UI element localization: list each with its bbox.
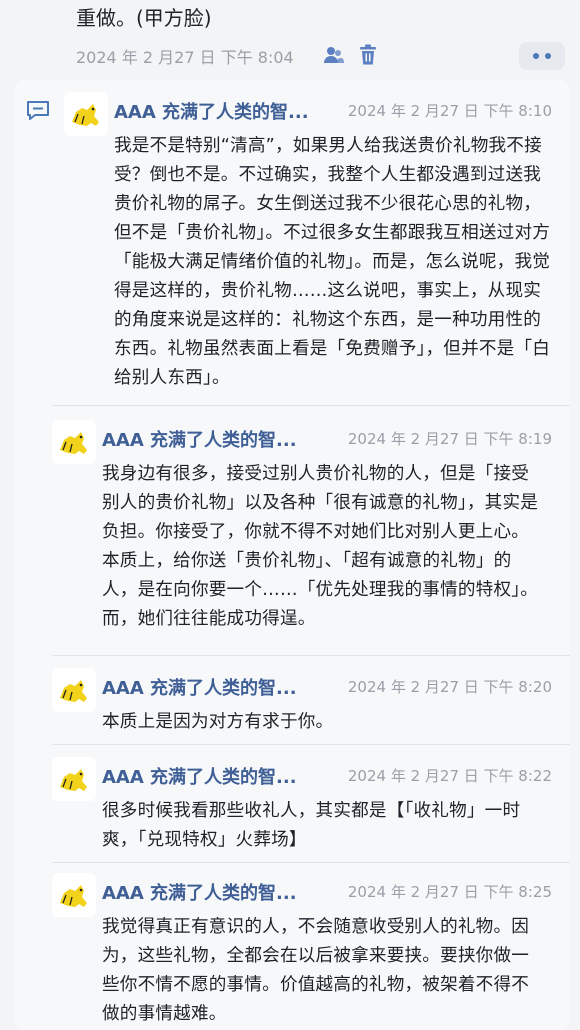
message-time: 2024 年 2 月27 日 下午 8:25 [347,883,552,901]
divider [52,405,570,406]
user-icon[interactable] [322,44,344,66]
thread-message: AAA 充满了人类的智... 2024 年 2 月27 日 下午 8:19 我身… [52,420,570,645]
avatar[interactable] [52,420,96,464]
author-name[interactable]: AAA 充满了人类的智... [102,879,297,905]
avatar[interactable] [52,873,96,917]
divider [52,655,570,656]
author-name[interactable]: AAA 充满了人类的智... [102,674,297,700]
message-time: 2024 年 2 月27 日 下午 8:22 [347,767,552,785]
cat-avatar-icon [52,757,96,801]
thread-message: AAA 充满了人类的智... 2024 年 2 月27 日 下午 8:20 本质… [52,668,570,738]
author-name[interactable]: AAA 充满了人类的智... [102,763,297,789]
avatar[interactable] [52,757,96,801]
message-body: 很多时候我看那些收礼人，其实都是【「收礼物」一时爽，「兑现特权」火葬场】 [102,801,521,850]
prev-post-timestamp: 2024 年 2 月27 日 下午 8:04 [76,48,294,67]
message-body: 我觉得真正有意识的人，不会随意收受别人的礼物。因为，这些礼物，全都会在以后被拿来… [102,917,530,1024]
more-options-button[interactable] [519,42,565,70]
author-name[interactable]: AAA 充满了人类的智... [102,426,297,452]
cat-avatar-icon [52,668,96,712]
cat-avatar-icon [52,873,96,917]
message-time: 2024 年 2 月27 日 下午 8:20 [347,678,552,696]
thread-message: AAA 充满了人类的智... 2024 年 2 月27 日 下午 8:25 我觉… [52,873,570,1024]
divider [52,744,570,745]
author-name[interactable]: AAA 充满了人类的智... [114,98,309,124]
comment-icon[interactable] [26,100,50,122]
cat-avatar-icon [52,420,96,464]
trash-icon[interactable] [358,44,378,66]
avatar[interactable] [52,668,96,712]
avatar[interactable] [64,92,108,136]
thread-message: AAA 充满了人类的智... 2024 年 2 月27 日 下午 8:22 很多… [52,757,570,857]
divider [52,862,570,863]
message-body: 本质上是因为对方有求于你。 [102,712,334,732]
cat-avatar-icon [64,92,108,136]
message-body: 我是不是特别“清高”，如果男人给我送贵价礼物我不接受？倒也不是。不过确实，我整个… [114,136,551,388]
prev-post-text: 重做。(甲方脸) [76,6,212,30]
message-time: 2024 年 2 月27 日 下午 8:19 [347,430,552,448]
message-body: 我身边有很多，接受过别人贵价礼物的人，但是「接受别人的贵价礼物」以及各种「很有诚… [102,464,539,629]
message-time: 2024 年 2 月27 日 下午 8:10 [347,102,552,120]
thread-message: AAA 充满了人类的智... 2024 年 2 月27 日 下午 8:10 我是… [64,92,570,402]
